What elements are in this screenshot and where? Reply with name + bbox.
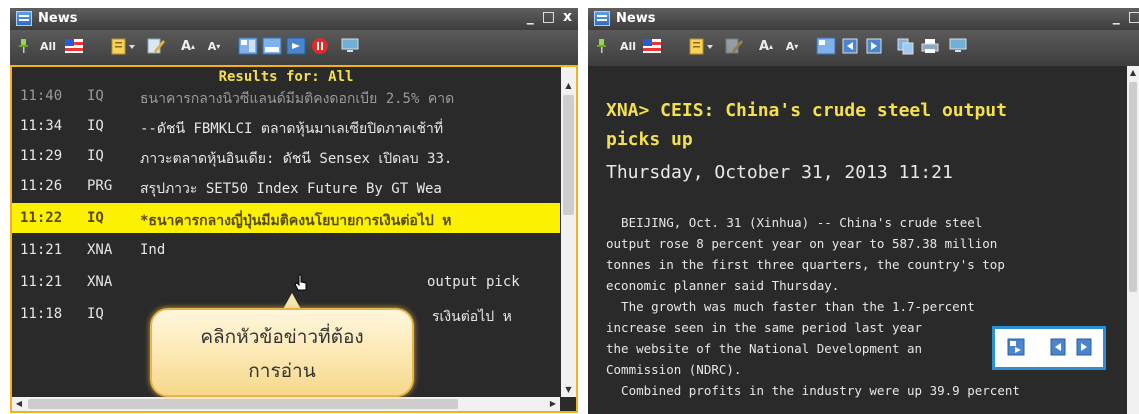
list-item[interactable]: 11:34 IQ --ดัชนี FBMKLCI ตลาดหุ้นมาเลเซี… (12, 111, 560, 141)
scroll-up-icon[interactable]: ▲ (561, 79, 576, 93)
copy-icon[interactable] (896, 36, 916, 56)
title-bar: News _ □ x (10, 8, 578, 30)
previous-story-icon[interactable] (840, 36, 860, 56)
scroll-left-icon[interactable]: ◀ (12, 397, 26, 411)
font-smaller-button[interactable]: A ▾ (204, 36, 224, 56)
monitor-icon[interactable] (948, 36, 968, 56)
font-larger-button[interactable]: A ▴ (756, 36, 776, 56)
layout-arrow-icon[interactable] (286, 36, 306, 56)
headline-time: 11:26 (20, 178, 63, 194)
previous-story-icon[interactable] (1049, 338, 1067, 356)
headline-time: 11:22 (20, 210, 63, 226)
notepad-dropdown-icon[interactable] (688, 36, 714, 56)
headline-text: สรุปภาวะ SET50 Index Future By GT Wea (140, 181, 442, 197)
news-window-list: News _ □ x All A ▴ A ▾ Results for: All … (10, 8, 578, 413)
scroll-thumb[interactable] (28, 399, 458, 409)
headline-code: IQ (87, 118, 104, 134)
title-bar: News _ □ (588, 8, 1139, 30)
close-button[interactable]: x (563, 9, 572, 25)
all-filter-button[interactable]: All (616, 36, 640, 56)
monitor-icon[interactable] (340, 36, 360, 56)
font-smaller-icon: A (785, 39, 795, 53)
scroll-up-icon[interactable]: ▲ (1127, 66, 1139, 80)
headline-code: IQ (87, 148, 104, 164)
font-larger-icon: A (758, 38, 770, 54)
list-item[interactable]: 11:21 XNA Ind (12, 235, 560, 265)
edit-icon[interactable] (146, 36, 166, 56)
scroll-thumb[interactable] (1129, 82, 1137, 292)
news-window-article: News _ □ All A ▴ A ▾ XNA> CEIS: China's … (588, 8, 1139, 414)
window-title: News (616, 11, 656, 26)
headline-time: 11:40 (20, 88, 63, 104)
headline-text: ธนาคารกลางนิวซีแลนด์มีมติคงดอกเบีย 2.5% … (140, 91, 455, 107)
floating-toolbar (992, 326, 1106, 370)
all-filter-button[interactable]: All (36, 36, 60, 56)
article-date: Thursday, October 31, 2013 11:21 (606, 162, 953, 183)
minimize-button[interactable]: _ (1113, 9, 1120, 25)
headline-time: 11:21 (20, 242, 63, 258)
pin-icon[interactable] (594, 36, 608, 56)
font-smaller-button[interactable]: A ▾ (782, 36, 802, 56)
headline-text: *ธนาคารกลางญี่ปุ่นมีมติคงนโยบายการเงินต่… (140, 213, 452, 229)
font-larger-button[interactable]: A ▴ (178, 36, 198, 56)
callout-line-2: การอ่าน (248, 360, 316, 382)
article-headline-line-1: XNA> CEIS: China's crude steel output (606, 100, 1007, 121)
headline-code: IQ (87, 306, 104, 322)
notepad-dropdown-icon[interactable] (110, 36, 136, 56)
layout-icon[interactable] (238, 36, 258, 56)
layout-icon[interactable] (1007, 338, 1025, 356)
minimize-button[interactable]: _ (527, 9, 534, 25)
headline-text: ภาวะตลาดหุ้นอินเดีย: ดัชนี Sensex เปิดลบ… (140, 151, 453, 167)
vertical-scrollbar[interactable]: ▲ (1127, 66, 1139, 414)
news-app-icon (16, 11, 32, 26)
article-headline: XNA> CEIS: China's crude steel output pi… (606, 96, 1126, 154)
headline-code: PRG (87, 178, 113, 194)
headline-time: 11:29 (20, 148, 63, 164)
list-item[interactable]: 11:26 PRG สรุปภาวะ SET50 Index Future By… (12, 171, 560, 201)
scroll-thumb[interactable] (563, 95, 574, 215)
headline-code: XNA (87, 274, 113, 290)
headline-code: XNA (87, 242, 113, 258)
list-item[interactable]: 11:40 IQ ธนาคารกลางนิวซีแลนด์มีมติคงดอกเ… (12, 81, 560, 111)
headline-text: Ind (140, 242, 166, 258)
headline-text: รเงินต่อไป ห (432, 309, 512, 325)
list-item-selected[interactable]: 11:22 IQ *ธนาคารกลางญี่ปุ่นมีมติคงนโยบาย… (12, 203, 560, 233)
article-body: BEIJING, Oct. 31 (Xinhua) -- China's cru… (606, 215, 1020, 398)
edit-icon[interactable] (724, 36, 744, 56)
print-icon[interactable] (920, 36, 940, 56)
list-item[interactable]: 11:29 IQ ภาวะตลาดหุ้นอินเดีย: ดัชนี Sens… (12, 141, 560, 171)
headline-time: 11:18 (20, 306, 63, 322)
flag-icon[interactable] (64, 36, 84, 56)
headline-text: output pick (427, 274, 520, 290)
vertical-scrollbar[interactable]: ▲ ▼ (561, 67, 576, 397)
pin-icon[interactable] (16, 36, 30, 56)
maximize-button[interactable]: □ (542, 9, 555, 25)
news-app-icon (594, 11, 610, 26)
next-story-icon[interactable] (1075, 338, 1093, 356)
callout-line-1: คลิกหัวข้อข่าวที่ต้อง (200, 326, 364, 348)
window-title: News (38, 11, 78, 26)
headline-time: 11:21 (20, 274, 63, 290)
instruction-callout: คลิกหัวข้อข่าวที่ต้อง การอ่าน (150, 308, 414, 397)
scroll-right-icon[interactable]: ▶ (546, 397, 560, 411)
flag-icon[interactable] (642, 36, 662, 56)
font-smaller-icon: A (207, 39, 217, 53)
alert-icon[interactable] (310, 36, 330, 56)
horizontal-scrollbar[interactable]: ◀ ▶ (12, 397, 560, 411)
toolbar: All A ▴ A ▾ (10, 30, 578, 74)
hand-cursor-icon (294, 274, 308, 292)
headline-code: IQ (87, 88, 104, 104)
headline-time: 11:34 (20, 118, 63, 134)
layout-icon[interactable] (816, 36, 836, 56)
scroll-down-icon[interactable]: ▼ (561, 383, 576, 397)
layout-split-icon[interactable] (262, 36, 282, 56)
maximize-button[interactable]: □ (1128, 9, 1139, 25)
article-headline-line-2: picks up (606, 129, 693, 150)
headline-code: IQ (87, 210, 104, 226)
next-story-icon[interactable] (864, 36, 884, 56)
headline-text: --ดัชนี FBMKLCI ตลาดหุ้นมาเลเซียปิดภาคเช… (140, 121, 444, 137)
toolbar: All A ▴ A ▾ (588, 30, 1139, 74)
font-larger-icon: A (180, 38, 192, 54)
